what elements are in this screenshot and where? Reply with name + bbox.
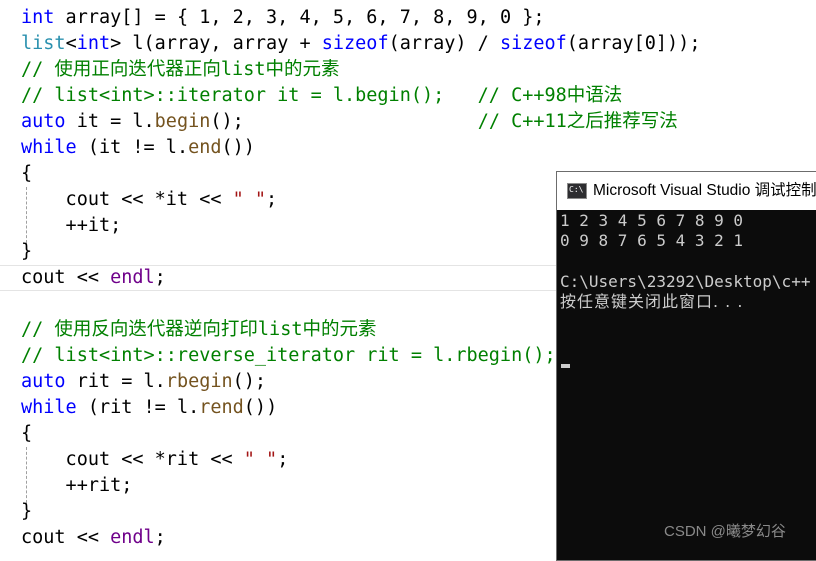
code-token: sizeof [499,33,567,54]
code-token: // list<int>::reverse_iterator rit = l.r… [21,345,556,366]
code-token: " " [232,189,267,210]
code-line[interactable]: list<int> l(array, array + sizeof(array)… [21,31,700,57]
code-token: endl [110,527,155,548]
code-token: ++it; [21,215,122,236]
code-token: (); [210,111,478,132]
code-line[interactable]: // 使用正向迭代器正向list中的元素 [21,57,339,83]
console-title: Microsoft Visual Studio 调试控制台 [593,182,816,199]
code-token: while [21,397,77,418]
code-token: (); [232,371,267,392]
code-token: rbegin [165,371,233,392]
code-token: cout << [21,527,111,548]
code-token: ++rit; [21,475,133,496]
code-token: // list<int>::iterator it = l.begin(); /… [21,85,623,106]
code-token: // C++11之后推荐写法 [477,111,678,132]
watermark: CSDN @曦梦幻谷 [664,523,786,540]
code-token: sizeof [321,33,389,54]
code-line[interactable]: } [21,499,32,525]
code-line[interactable]: cout << *it << " "; [21,187,278,213]
console-path-line: C:\Users\23292\Desktop\c++ [560,272,811,291]
code-line[interactable]: auto rit = l.rbegin(); [21,369,266,395]
code-line[interactable]: // list<int>::reverse_iterator rit = l.r… [21,343,556,369]
code-line[interactable]: // 使用反向迭代器逆向打印list中的元素 [21,317,376,343]
code-token: ; [154,527,166,548]
code-token: ()) [243,397,278,418]
code-token: rit = l. [65,371,166,392]
console-app-icon [567,183,587,199]
code-token: cout << *rit << [21,449,244,470]
code-token: } [21,241,33,262]
code-token: auto [21,111,66,132]
code-token: ; [154,267,166,288]
code-token: (rit != l. [76,397,200,418]
code-line[interactable]: cout << endl; [21,265,166,291]
code-token: 1, 2, 3, 4, 5, 6, 7, 8, 9, 0 [199,7,512,28]
code-token: { [21,423,33,444]
debug-console-window[interactable]: Microsoft Visual Studio 调试控制台 1 2 3 4 5 … [556,171,816,561]
code-line[interactable]: cout << endl; [21,525,166,551]
console-output-line: 1 2 3 4 5 6 7 8 9 0 [560,211,744,230]
code-token: cout << [21,267,111,288]
code-token: > l(array, array + [110,33,322,54]
code-token: (it != l. [76,137,189,158]
code-token: }; [511,7,545,28]
code-token: end [188,137,222,158]
code-token: int [76,33,111,54]
code-line[interactable]: auto it = l.begin(); // C++11之后推荐写法 [21,109,678,135]
code-token: < [65,33,77,54]
code-token: { [21,163,33,184]
code-token: begin [154,111,211,132]
code-token: } [21,501,33,522]
code-line[interactable]: // list<int>::iterator it = l.begin(); /… [21,83,622,109]
code-token: // 使用反向迭代器逆向打印list中的元素 [21,319,377,340]
code-token: cout << *it << [21,189,233,210]
code-line[interactable]: { [21,161,32,187]
code-token: auto [21,371,66,392]
code-token: ; [277,449,289,470]
code-line[interactable]: ++rit; [21,473,133,499]
code-token: array[] = { [54,7,200,28]
code-line[interactable]: } [21,239,32,265]
code-line[interactable]: { [21,421,32,447]
code-token: " " [243,449,278,470]
code-token: endl [110,267,155,288]
console-output[interactable]: 1 2 3 4 5 6 7 8 9 0 0 9 8 7 6 5 4 3 2 1 … [557,210,816,560]
code-token: while [21,137,77,158]
code-token: (array) / [388,33,500,54]
code-token: it = l. [65,111,155,132]
code-token: int [21,7,55,28]
code-token: rend [199,397,244,418]
console-cursor [561,364,570,368]
code-line[interactable]: while (rit != l.rend()) [21,395,277,421]
code-token: (array[0])); [566,33,701,54]
code-line[interactable]: int array[] = { 1, 2, 3, 4, 5, 6, 7, 8, … [21,5,545,31]
code-token: ; [266,189,278,210]
code-line[interactable]: cout << *rit << " "; [21,447,289,473]
console-titlebar[interactable]: Microsoft Visual Studio 调试控制台 [557,172,816,210]
code-token: list [21,33,66,54]
console-output-line: 0 9 8 7 6 5 4 3 2 1 [560,231,744,250]
code-token: ()) [221,137,255,158]
code-line[interactable]: ++it; [21,213,122,239]
code-line[interactable]: while (it != l.end()) [21,135,255,161]
console-prompt-line: 按任意键关闭此窗口. . . [560,292,744,311]
code-token: // 使用正向迭代器正向list中的元素 [21,59,340,80]
